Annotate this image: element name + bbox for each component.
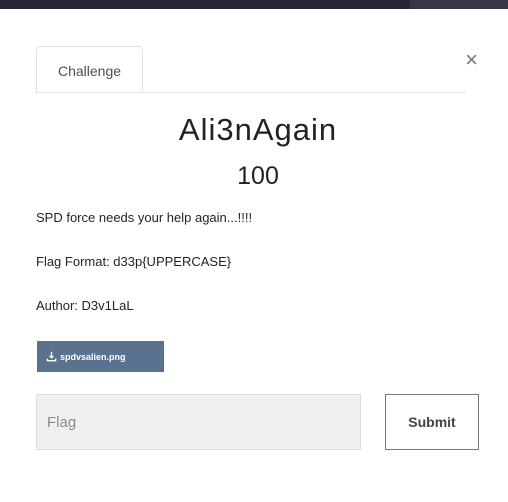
tab-challenge[interactable]: Challenge (36, 46, 143, 92)
flag-input[interactable] (36, 394, 361, 450)
flag-format-text: Flag Format: d33p{UPPERCASE} (36, 254, 232, 269)
download-file-name: spdvsalien.png (60, 351, 126, 362)
close-icon[interactable]: × (465, 49, 478, 71)
challenge-title: Ali3nAgain (178, 112, 338, 147)
background-navbar-strip (0, 0, 508, 9)
challenge-points: 100 (237, 162, 279, 190)
submit-button[interactable]: Submit (385, 394, 479, 450)
download-icon (46, 351, 57, 362)
download-file-button[interactable]: spdvsalien.png (37, 341, 164, 372)
challenge-description: SPD force needs your help again...!!!! (36, 210, 253, 225)
author-text: Author: D3v1LaL (36, 298, 134, 313)
background-navbar-right (410, 0, 508, 9)
modal-tabs: Challenge (36, 46, 466, 93)
